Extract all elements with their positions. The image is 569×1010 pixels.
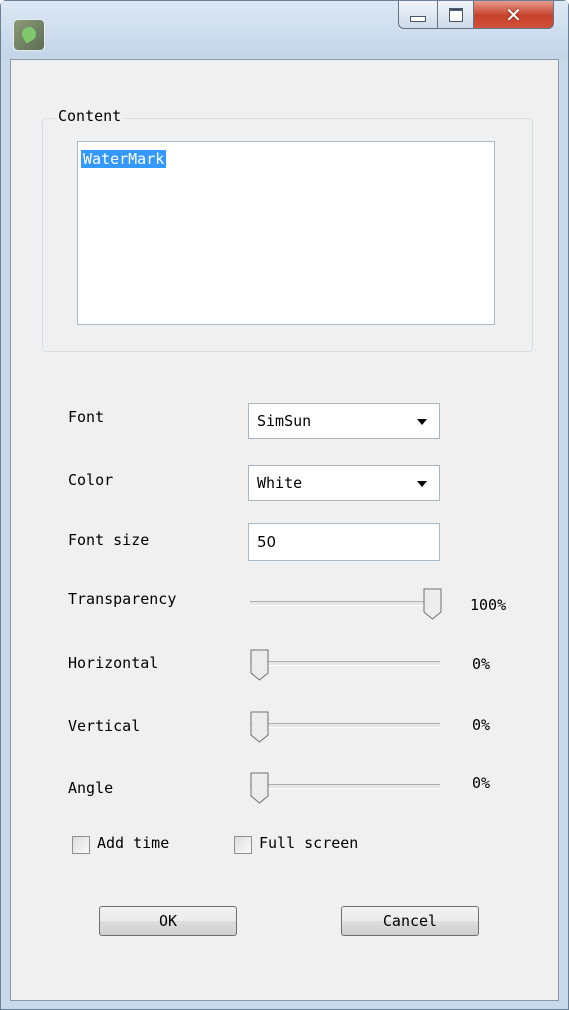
vertical-slider-thumb[interactable] bbox=[250, 711, 269, 743]
minimize-icon bbox=[410, 15, 426, 22]
font-size-label: Font size bbox=[68, 531, 150, 549]
vertical-label: Vertical bbox=[68, 717, 141, 735]
horizontal-slider-thumb[interactable] bbox=[250, 649, 269, 681]
minimize-button[interactable] bbox=[398, 1, 438, 29]
content-text-selected: WaterMark bbox=[81, 150, 167, 168]
close-button[interactable]: ✕ bbox=[474, 1, 554, 29]
content-group-title: Content bbox=[55, 107, 125, 125]
app-leaf-icon[interactable] bbox=[13, 19, 45, 51]
dialog-client-area: Content WaterMark Font SimSun Color Whit… bbox=[10, 59, 559, 1001]
angle-label: Angle bbox=[68, 779, 114, 797]
font-size-input[interactable]: 50 bbox=[248, 523, 440, 561]
cancel-button[interactable]: Cancel bbox=[341, 906, 479, 936]
color-select-value: White bbox=[257, 474, 303, 492]
transparency-label: Transparency bbox=[68, 590, 177, 608]
full-screen-checkbox[interactable] bbox=[234, 836, 252, 854]
add-time-label[interactable]: Add time bbox=[97, 834, 169, 852]
maximize-button[interactable] bbox=[438, 1, 474, 29]
transparency-slider-thumb[interactable] bbox=[423, 588, 442, 620]
color-select[interactable]: White bbox=[248, 465, 440, 501]
transparency-slider-track[interactable] bbox=[250, 601, 440, 606]
full-screen-label[interactable]: Full screen bbox=[259, 834, 358, 852]
dialog-window: ✕ Content WaterMark Font SimSun Color Wh… bbox=[0, 0, 569, 1010]
horizontal-value: 0% bbox=[472, 655, 491, 673]
angle-value: 0% bbox=[472, 774, 491, 792]
chevron-down-icon bbox=[417, 481, 427, 487]
chevron-down-icon bbox=[417, 419, 427, 425]
horizontal-label: Horizontal bbox=[68, 654, 159, 672]
maximize-icon bbox=[448, 7, 463, 22]
add-time-checkbox[interactable] bbox=[72, 836, 90, 854]
transparency-value: 100% bbox=[470, 596, 507, 614]
horizontal-slider-track[interactable] bbox=[250, 661, 440, 666]
title-bar[interactable]: ✕ bbox=[1, 1, 568, 59]
vertical-slider-track[interactable] bbox=[250, 723, 440, 728]
font-select[interactable]: SimSun bbox=[248, 403, 440, 439]
close-icon: ✕ bbox=[505, 2, 522, 27]
font-label: Font bbox=[68, 408, 105, 426]
vertical-value: 0% bbox=[472, 716, 491, 734]
content-textarea[interactable]: WaterMark bbox=[77, 141, 495, 325]
caption-buttons: ✕ bbox=[398, 1, 554, 31]
angle-slider-track[interactable] bbox=[250, 784, 440, 789]
font-select-value: SimSun bbox=[257, 412, 312, 430]
content-group: Content WaterMark bbox=[42, 107, 533, 352]
ok-button[interactable]: OK bbox=[99, 906, 237, 936]
color-label: Color bbox=[68, 471, 114, 489]
angle-slider-thumb[interactable] bbox=[250, 772, 269, 804]
